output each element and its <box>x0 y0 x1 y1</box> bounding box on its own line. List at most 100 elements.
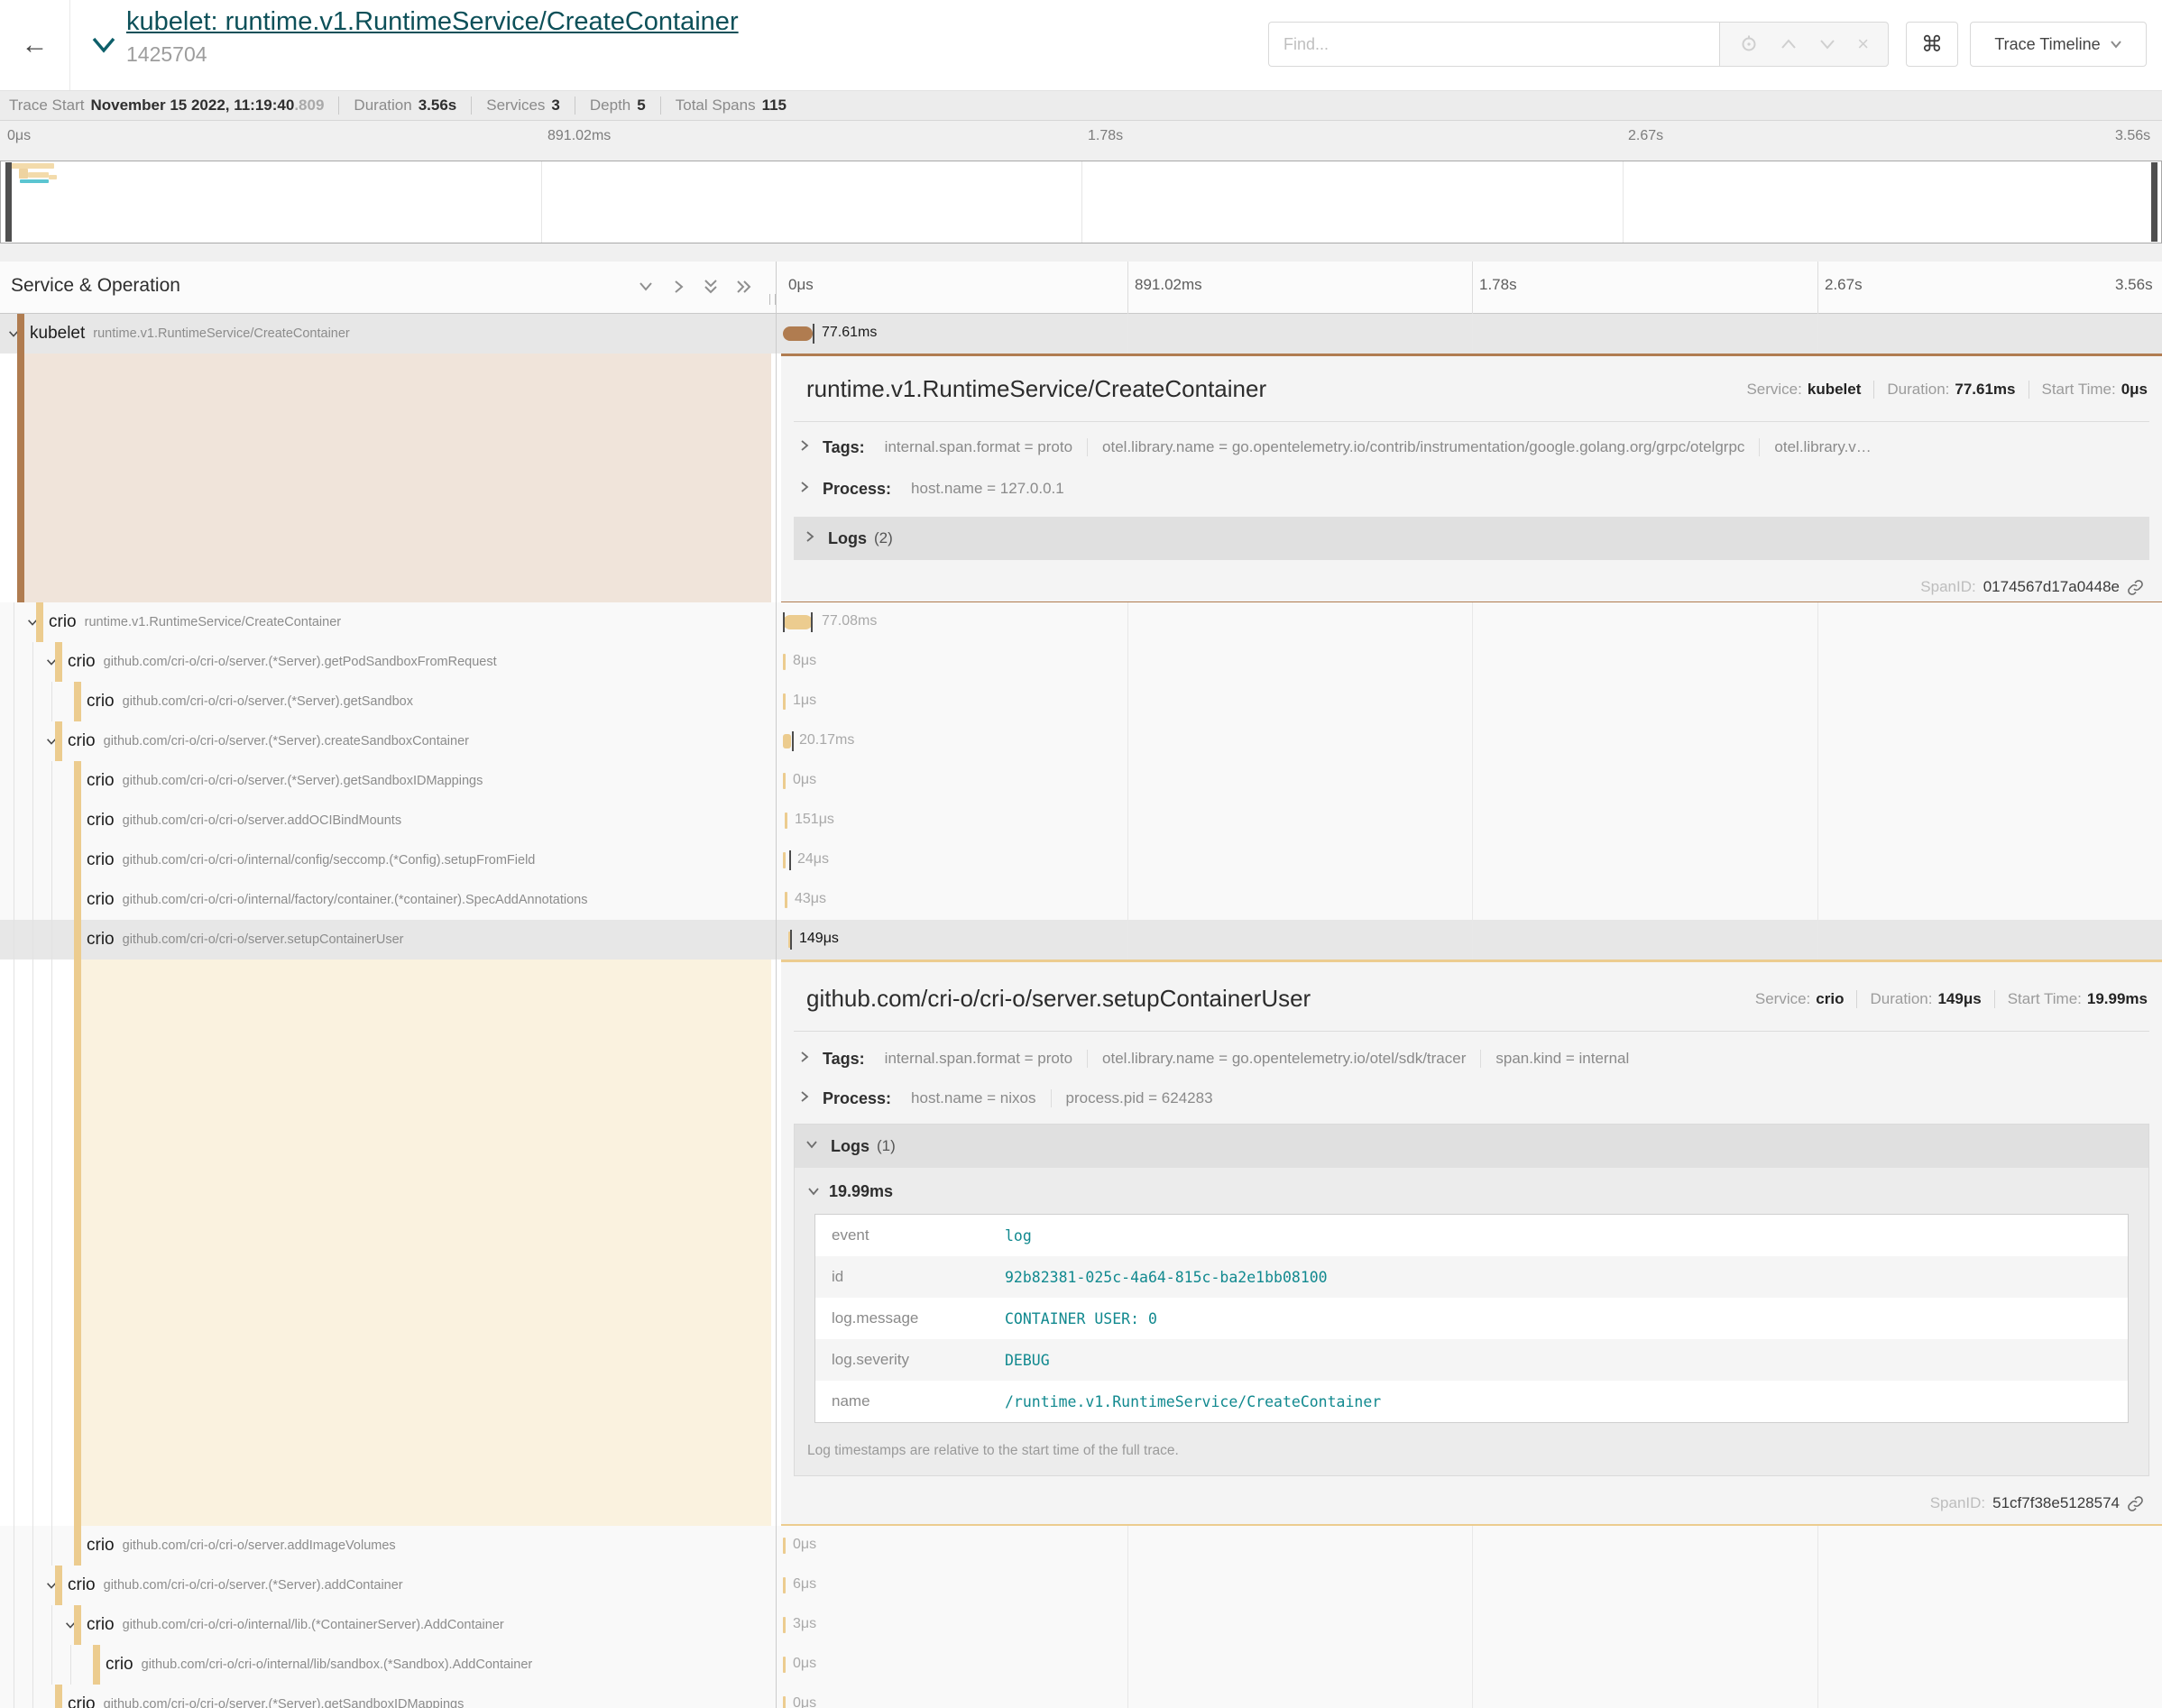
find-group: × <box>1268 22 1889 67</box>
span-bar[interactable] <box>783 1657 786 1673</box>
log-marker-tick <box>783 612 785 632</box>
minimap-span-bar <box>49 175 57 179</box>
span-bar[interactable] <box>785 813 787 829</box>
link-icon[interactable] <box>2127 579 2144 596</box>
span-row[interactable]: criogithub.com/cri-o/cri-o/server.(*Serv… <box>0 1566 2162 1605</box>
span-row[interactable]: criogithub.com/cri-o/cri-o/server.addIma… <box>0 1526 2162 1566</box>
log-entry-toggle[interactable]: 19.99ms <box>807 1182 2148 1201</box>
back-arrow-icon: ← <box>22 30 49 60</box>
service-color-bar <box>74 1605 81 1645</box>
service-name[interactable]: crio <box>87 692 115 712</box>
span-bar[interactable] <box>783 326 813 341</box>
span-bar[interactable] <box>783 734 791 748</box>
find-input[interactable] <box>1268 22 1719 67</box>
span-bar[interactable] <box>785 892 787 908</box>
span-row[interactable]: criogithub.com/cri-o/cri-o/internal/conf… <box>0 840 2162 880</box>
log-field-value: log <box>1005 1227 1032 1244</box>
span-bar[interactable] <box>783 773 786 789</box>
trace-title-link[interactable]: kubelet: runtime.v1.RuntimeService/Creat… <box>126 7 739 37</box>
service-name[interactable]: crio <box>87 890 115 910</box>
service-color-bar <box>74 840 81 880</box>
collapse-all-icon[interactable] <box>636 277 656 297</box>
span-row[interactable]: criogithub.com/cri-o/cri-o/server.(*Serv… <box>0 1685 2162 1708</box>
service-name[interactable]: crio <box>87 811 115 831</box>
minimap-tick: 3.56s <box>2115 128 2150 144</box>
trace-minimap: 0μs 891.02ms 1.78s 2.67s 3.56s <box>0 121 2162 262</box>
logs-toggle-row[interactable]: Logs (2) <box>794 517 2149 560</box>
span-bar[interactable] <box>783 654 786 670</box>
minimap-span-bar <box>10 163 54 169</box>
logs-toggle-row[interactable]: Logs (1) <box>795 1125 2148 1168</box>
span-duration: 20.17ms <box>799 732 854 748</box>
ruler-tick: 1.78s <box>1479 276 1517 294</box>
minimap-left-handle[interactable] <box>5 162 12 242</box>
span-row[interactable]: criogithub.com/cri-o/cri-o/server.(*Serv… <box>0 682 2162 721</box>
process-row[interactable]: Process: host.name = nixos process.pid =… <box>799 1085 2149 1112</box>
column-resizer-grip[interactable] <box>769 294 776 305</box>
service-name[interactable]: crio <box>49 612 77 632</box>
span-row[interactable]: criogithub.com/cri-o/cri-o/server.setupC… <box>0 920 2162 960</box>
span-bar[interactable] <box>783 852 786 868</box>
collapse-deep-icon[interactable] <box>701 277 721 297</box>
log-marker-tick <box>811 612 813 632</box>
link-icon[interactable] <box>2127 1495 2144 1512</box>
timeline-column-header: Service & Operation 0μs 891.02ms 1.78s 2… <box>0 262 2162 314</box>
minimap-canvas[interactable] <box>0 161 2162 243</box>
span-bar[interactable] <box>783 1696 786 1708</box>
service-name[interactable]: crio <box>68 652 96 672</box>
service-name[interactable]: crio <box>68 1694 96 1708</box>
locate-match-icon[interactable] <box>1739 34 1759 54</box>
span-row[interactable]: criogithub.com/cri-o/cri-o/server.(*Serv… <box>0 761 2162 801</box>
clear-find-icon[interactable]: × <box>1857 34 1869 54</box>
tags-row[interactable]: Tags: internal.span.format = proto otel.… <box>799 1045 2149 1072</box>
service-name[interactable]: crio <box>106 1655 133 1675</box>
log-timestamp: 19.99ms <box>829 1182 893 1201</box>
span-detail-panel: runtime.v1.RuntimeService/CreateContaine… <box>0 354 2162 602</box>
collapse-header-button[interactable] <box>88 31 119 58</box>
span-row[interactable]: criogithub.com/cri-o/cri-o/internal/lib/… <box>0 1645 2162 1685</box>
service-name[interactable]: crio <box>87 771 115 791</box>
service-name[interactable]: crio <box>68 1575 96 1595</box>
process-row[interactable]: Process: host.name = 127.0.0.1 <box>799 475 2149 502</box>
previous-match-icon[interactable] <box>1779 37 1799 51</box>
span-bar[interactable] <box>783 615 813 629</box>
service-name[interactable]: crio <box>87 930 115 950</box>
log-field-value: 92b82381-025c-4a64-815c-ba2e1bb08100 <box>1005 1269 1328 1286</box>
log-marker-tick <box>813 324 814 344</box>
keyboard-shortcuts-button[interactable]: ⌘ <box>1906 22 1958 67</box>
next-match-icon[interactable] <box>1817 37 1837 51</box>
span-row[interactable]: criogithub.com/cri-o/cri-o/server.addOCI… <box>0 801 2162 840</box>
span-detail-panel: github.com/cri-o/cri-o/server.setupConta… <box>0 960 2162 1526</box>
detail-operation-title: github.com/cri-o/cri-o/server.setupConta… <box>806 985 1311 1013</box>
process-chip: process.pid = 624283 <box>1051 1089 1213 1107</box>
span-row[interactable]: criogithub.com/cri-o/cri-o/server.(*Serv… <box>0 642 2162 682</box>
service-name[interactable]: crio <box>87 1615 115 1635</box>
tags-row[interactable]: Tags: internal.span.format = proto otel.… <box>799 434 2149 461</box>
span-row[interactable]: kubelet runtime.v1.RuntimeService/Create… <box>0 314 2162 354</box>
span-bar[interactable] <box>783 1538 786 1554</box>
expand-one-icon[interactable] <box>668 277 688 297</box>
trace-view-select[interactable]: Trace Timeline <box>1970 22 2147 67</box>
span-bar[interactable] <box>783 1617 786 1633</box>
log-field-value: CONTAINER USER: 0 <box>1005 1310 1157 1327</box>
service-name[interactable]: kubelet <box>30 324 85 344</box>
span-bar[interactable] <box>783 1577 786 1593</box>
chevron-down-icon <box>88 31 119 58</box>
expand-all-icon[interactable] <box>733 277 753 297</box>
span-bar[interactable] <box>783 693 786 710</box>
minimap-right-handle[interactable] <box>2151 162 2157 242</box>
operation-name: runtime.v1.RuntimeService/CreateContaine… <box>93 326 350 341</box>
span-duration: 0μs <box>793 1656 816 1672</box>
span-row[interactable]: criogithub.com/cri-o/cri-o/internal/fact… <box>0 880 2162 920</box>
span-row[interactable]: criogithub.com/cri-o/cri-o/server.(*Serv… <box>0 721 2162 761</box>
back-button[interactable]: ← <box>0 0 70 90</box>
service-name[interactable]: crio <box>87 1536 115 1556</box>
span-row[interactable]: criogithub.com/cri-o/cri-o/internal/lib.… <box>0 1605 2162 1645</box>
chevron-down-icon <box>805 1138 818 1154</box>
divider <box>794 1031 2149 1032</box>
span-row[interactable]: crioruntime.v1.RuntimeService/CreateCont… <box>0 602 2162 642</box>
column-divider[interactable] <box>776 262 777 1708</box>
service-name[interactable]: crio <box>87 850 115 870</box>
service-name[interactable]: crio <box>68 731 96 751</box>
process-chip: host.name = 127.0.0.1 <box>911 480 1064 498</box>
